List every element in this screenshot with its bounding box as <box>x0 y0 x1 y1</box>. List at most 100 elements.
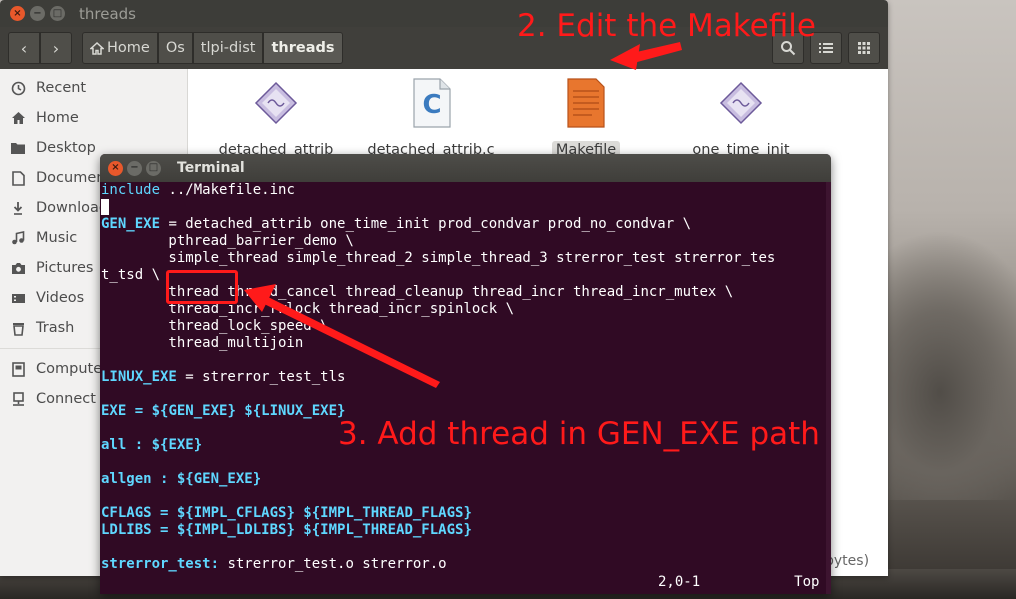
terminal-text[interactable]: include ../Makefile.inc GEN_EXE = detache… <box>101 182 827 592</box>
terminal-line: strerror_test: strerror_test.o strerror.… <box>101 556 827 573</box>
makefile-text: = detached_attrib one_time_init prod_con… <box>160 216 692 232</box>
makefile-text: simple_thread simple_thread_2 simple_thr… <box>101 250 776 266</box>
makefile-text: : ${GEN_EXE} <box>151 471 262 487</box>
makefile-text: thread_incr_rwlock thread_incr_spinlock … <box>101 301 515 317</box>
makefile-keyword: strerror_test: <box>101 556 220 572</box>
camera-icon <box>9 259 27 277</box>
trash-icon <box>9 319 27 337</box>
makefile-text: = ${IMPL_CFLAGS} ${IMPL_THREAD_FLAGS} <box>151 505 472 521</box>
list-view-icon <box>819 43 833 53</box>
breadcrumb-label: Os <box>165 40 185 56</box>
makefile-text: thread_multijoin <box>101 335 304 351</box>
makefile-icon <box>567 78 605 128</box>
home-icon <box>9 109 27 127</box>
makefile-keyword: EXE <box>101 403 127 419</box>
chevron-left-icon: ‹ <box>20 38 28 58</box>
sidebar-item-recent[interactable]: Recent <box>0 73 187 103</box>
sidebar-item-label: Recent <box>36 80 87 96</box>
sidebar-item-label: Videos <box>36 290 85 306</box>
music-icon <box>9 229 27 247</box>
sidebar-item-label: Desktop <box>36 140 96 156</box>
breadcrumb: Home Os tlpi-dist threads <box>82 32 343 64</box>
annotation-step-2: 2. Edit the Makefile <box>517 8 816 44</box>
file-item-one-time-init[interactable]: one_time_init <box>661 77 821 159</box>
annotation-highlight-box <box>166 270 238 304</box>
scroll-position: Top <box>794 574 820 590</box>
makefile-text: strerror_test.o strerror.o <box>219 556 447 572</box>
makefile-text: pthread_barrier_demo \ <box>101 233 354 249</box>
terminal-line: simple_thread simple_thread_2 simple_thr… <box>101 250 827 267</box>
makefile-keyword: include <box>101 182 161 198</box>
file-item-detached-attrib-c[interactable]: C detached_attrib.c <box>351 77 511 159</box>
makefile-text: : ${EXE} <box>126 437 203 453</box>
makefile-text: t_tsd \ <box>101 267 161 283</box>
terminal-line: LINUX_EXE = strerror_test_tls <box>101 369 827 386</box>
back-button[interactable]: ‹ <box>8 32 40 64</box>
makefile-keyword: allgen <box>101 471 152 487</box>
makefile-text: = ${GEN_EXE} ${LINUX_EXE} <box>126 403 346 419</box>
document-icon <box>9 169 27 187</box>
makefile-text: = strerror_test_tls <box>176 369 346 385</box>
minimize-window-button[interactable]: − <box>30 6 45 21</box>
grid-view-button[interactable] <box>848 32 880 64</box>
server-icon <box>9 390 27 408</box>
makefile-keyword: all <box>101 437 127 453</box>
file-item-makefile[interactable]: Makefile <box>506 77 666 159</box>
computer-icon <box>9 360 27 378</box>
annotation-step-3: 3. Add thread in GEN_EXE path <box>338 416 820 452</box>
svg-text:C: C <box>422 90 441 120</box>
folder-icon <box>9 139 27 157</box>
video-icon <box>9 289 27 307</box>
breadcrumb-threads[interactable]: threads <box>263 32 343 64</box>
makefile-keyword: CFLAGS <box>101 505 152 521</box>
makefile-keyword: LDLIBS <box>101 522 152 538</box>
maximize-window-button[interactable]: □ <box>50 6 65 21</box>
executable-icon <box>254 81 298 125</box>
sidebar-item-home[interactable]: Home <box>0 103 187 133</box>
minimize-window-button[interactable]: − <box>127 160 142 176</box>
terminal-window[interactable]: × − □ Terminal include ../Makefile.inc GE… <box>100 154 831 594</box>
status-bar-text: bytes) <box>825 553 870 569</box>
grid-view-icon <box>858 42 870 54</box>
window-title: threads <box>79 4 136 23</box>
terminal-line <box>101 199 827 216</box>
makefile-keyword: LINUX_EXE <box>101 369 177 385</box>
terminal-line: CFLAGS = ${IMPL_CFLAGS} ${IMPL_THREAD_FL… <box>101 505 827 522</box>
makefile-keyword: GEN_EXE <box>101 216 161 232</box>
maximize-window-button[interactable]: □ <box>146 160 161 176</box>
terminal-titlebar: × − □ Terminal <box>100 154 831 182</box>
terminal-line: include ../Makefile.inc <box>101 182 827 199</box>
clock-icon <box>9 79 27 97</box>
terminal-line: GEN_EXE = detached_attrib one_time_init … <box>101 216 827 233</box>
text-cursor <box>101 199 109 215</box>
sidebar-item-label: Computer <box>36 361 109 377</box>
file-item-detached-attrib[interactable]: detached_attrib <box>196 77 356 159</box>
breadcrumb-home[interactable]: Home <box>82 32 158 64</box>
terminal-line: thread_multijoin <box>101 335 827 352</box>
home-icon <box>90 41 104 55</box>
cursor-position: 2,0-1 <box>658 574 701 590</box>
close-window-button[interactable]: × <box>10 6 25 21</box>
vim-status-line: 2,0-1 Top <box>658 574 819 590</box>
breadcrumb-label: tlpi-dist <box>200 40 256 56</box>
breadcrumb-label: threads <box>271 40 335 56</box>
breadcrumb-os[interactable]: Os <box>157 32 193 64</box>
terminal-line: allgen : ${GEN_EXE} <box>101 471 827 488</box>
breadcrumb-label: Home <box>107 40 150 56</box>
c-source-icon: C <box>413 78 451 128</box>
forward-button[interactable]: › <box>40 32 72 64</box>
terminal-scrollbar[interactable] <box>826 182 831 594</box>
breadcrumb-tlpi-dist[interactable]: tlpi-dist <box>192 32 264 64</box>
terminal-line: LDLIBS = ${IMPL_LDLIBS} ${IMPL_THREAD_FL… <box>101 522 827 539</box>
makefile-text: ../Makefile.inc <box>160 182 295 198</box>
makefile-text: = ${IMPL_LDLIBS} ${IMPL_THREAD_FLAGS} <box>151 522 472 538</box>
close-window-button[interactable]: × <box>108 160 123 176</box>
executable-icon <box>719 81 763 125</box>
terminal-line: pthread_barrier_demo \ <box>101 233 827 250</box>
terminal-line: thread_lock_speed \ <box>101 318 827 335</box>
sidebar-item-label: Trash <box>36 320 75 336</box>
